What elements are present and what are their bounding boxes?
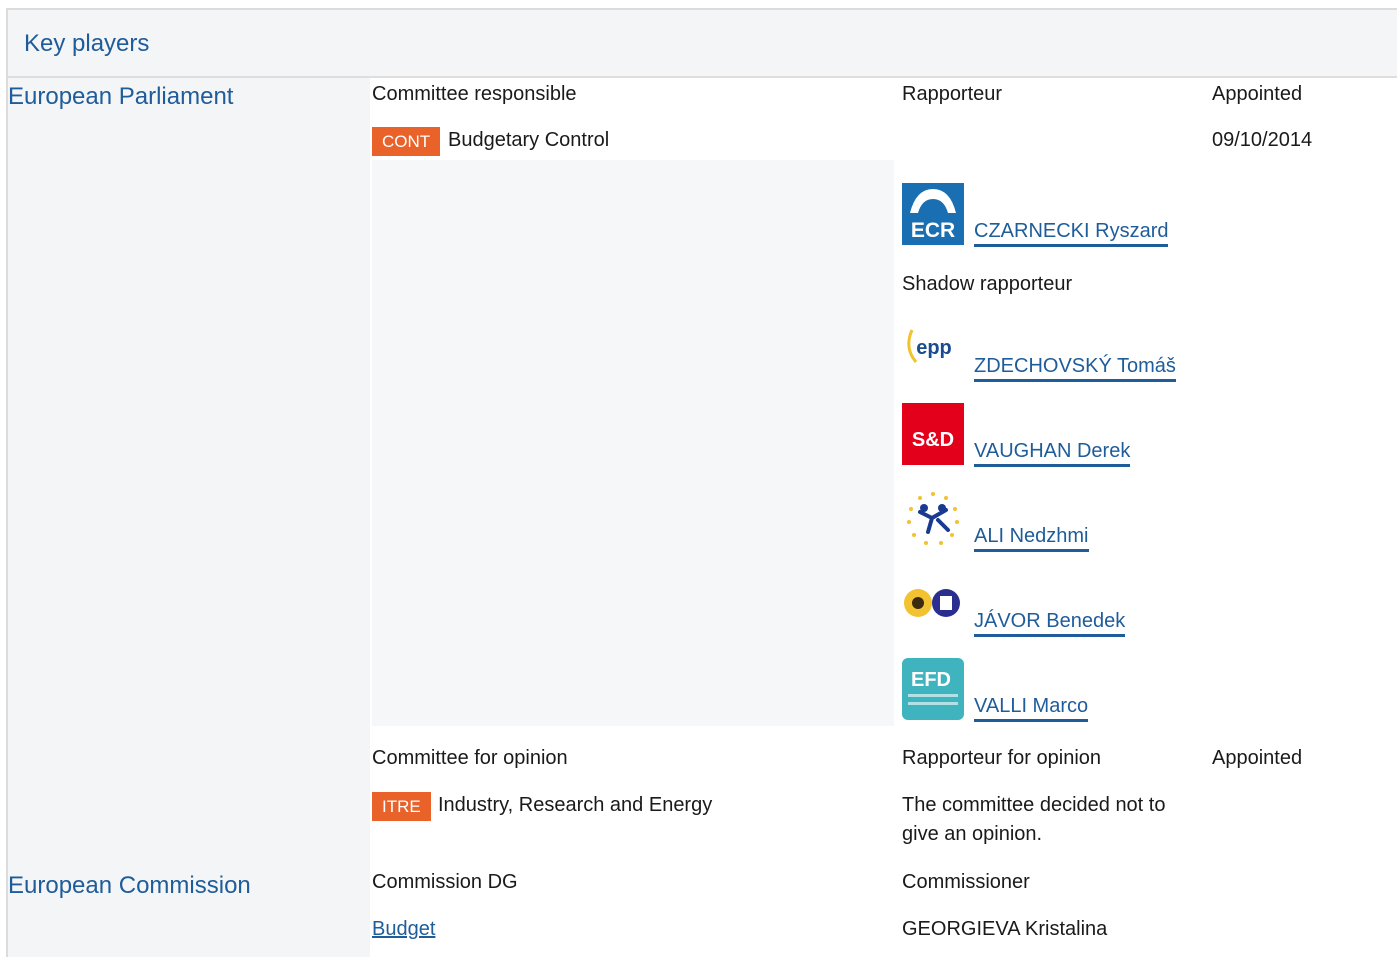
efdd-logo-icon: EFD bbox=[902, 658, 964, 720]
opinion-note: The committee decided not to give an opi… bbox=[902, 794, 1166, 845]
col-rapporteur-opinion: Rapporteur for opinion bbox=[902, 747, 1102, 769]
col-commissioner: Commissioner bbox=[902, 871, 1030, 893]
col-appointed: Appointed bbox=[1212, 83, 1303, 105]
shadow-rapporteur-entry: epp ZDECHOVSKÝ Tomáš bbox=[902, 318, 1242, 382]
svg-text:ECR: ECR bbox=[911, 219, 955, 242]
appointed-date: 09/10/2014 bbox=[1212, 129, 1313, 151]
shadow-rapporteur-entry: ALI Nedzhmi bbox=[902, 488, 1242, 552]
alde-logo-icon bbox=[902, 488, 964, 550]
col-commission-dg: Commission DG bbox=[372, 871, 518, 893]
commission-dg-link[interactable]: Budget bbox=[372, 918, 435, 941]
institution-european-parliament: European Parliament bbox=[8, 83, 234, 110]
col-rapporteur: Rapporteur bbox=[902, 83, 1003, 105]
greens-efa-logo-icon bbox=[902, 573, 964, 635]
shadow-rapporteur-entry: EFD VALLI Marco bbox=[902, 658, 1242, 722]
committee-badge-cont: CONT bbox=[372, 127, 441, 156]
sd-logo-icon: S&D bbox=[902, 403, 964, 465]
ecr-logo-icon: ECR bbox=[902, 183, 964, 245]
committee-name: Budgetary Control bbox=[448, 129, 610, 151]
shadow-rapporteur-link[interactable]: VAUGHAN Derek bbox=[974, 439, 1131, 467]
committee-badge-itre: ITRE bbox=[372, 792, 431, 821]
shadow-rapporteur-link[interactable]: VALLI Marco bbox=[974, 694, 1089, 722]
shadow-rapporteur-link[interactable]: JÁVOR Benedek bbox=[974, 609, 1126, 637]
epp-logo-icon: epp bbox=[902, 318, 964, 380]
panel-title: Key players bbox=[24, 30, 150, 57]
svg-text:EFD: EFD bbox=[911, 669, 951, 691]
institution-european-commission: European Commission bbox=[8, 872, 251, 899]
svg-text:S&D: S&D bbox=[912, 429, 954, 451]
col-appointed-opinion: Appointed bbox=[1212, 747, 1303, 769]
shadow-rapporteur-link[interactable]: ALI Nedzhmi bbox=[974, 524, 1089, 552]
opinion-committee-name: Industry, Research and Energy bbox=[438, 794, 713, 816]
commissioner-name: GEORGIEVA Kristalina bbox=[902, 918, 1108, 940]
svg-text:epp: epp bbox=[916, 337, 952, 359]
col-committee-opinion: Committee for opinion bbox=[372, 747, 568, 769]
shadow-rapporteur-label: Shadow rapporteur bbox=[902, 273, 1073, 295]
panel-header: Key players bbox=[8, 10, 1397, 78]
shadow-rapporteur-entry: S&D VAUGHAN Derek bbox=[902, 403, 1242, 467]
shadow-rapporteur-link[interactable]: ZDECHOVSKÝ Tomáš bbox=[974, 354, 1176, 382]
institution-column bbox=[8, 78, 370, 957]
committee-shaded-cell bbox=[372, 160, 894, 726]
rapporteur-entry: ECR CZARNECKI Ryszard bbox=[902, 183, 1242, 247]
shadow-rapporteur-entry: JÁVOR Benedek bbox=[902, 573, 1242, 637]
rapporteur-link[interactable]: CZARNECKI Ryszard bbox=[974, 219, 1169, 247]
col-committee-responsible: Committee responsible bbox=[372, 83, 577, 105]
